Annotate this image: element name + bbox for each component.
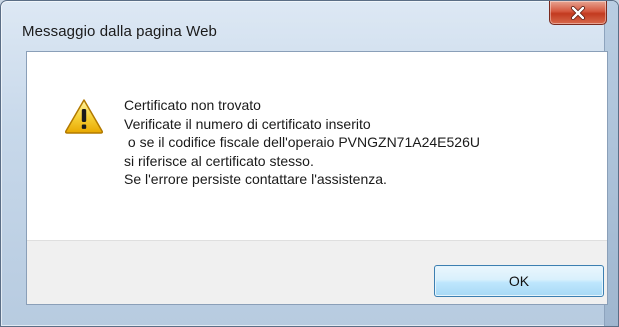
window-frame-bottom [1, 305, 606, 326]
message-line: si riferisce al certificato stesso. [124, 152, 314, 169]
message-area: Certificato non trovato Verificate il num… [27, 52, 607, 240]
window-title: Messaggio dalla pagina Web [22, 23, 217, 40]
button-bar: OK [27, 240, 607, 304]
message-line: Certificato non trovato [124, 97, 261, 113]
dialog-window: Messaggio dalla pagina Web Certificato n… [0, 0, 619, 327]
ok-button-label: OK [508, 273, 530, 289]
message-text: Certificato non trovato Verificate il num… [124, 96, 480, 189]
ok-button[interactable]: OK [434, 265, 604, 297]
message-line: Se l'errore persiste contattare l'assist… [124, 171, 387, 188]
dialog-client-area: Certificato non trovato Verificate il num… [26, 51, 608, 305]
message-line: o se il codifice fiscale dell'operaio PV… [124, 134, 480, 151]
close-button[interactable] [549, 1, 607, 25]
title-bar[interactable]: Messaggio dalla pagina Web [1, 1, 606, 51]
warning-icon [64, 98, 104, 134]
close-icon [570, 5, 586, 20]
message-line: Verificate il numero di certificato inse… [124, 115, 371, 132]
